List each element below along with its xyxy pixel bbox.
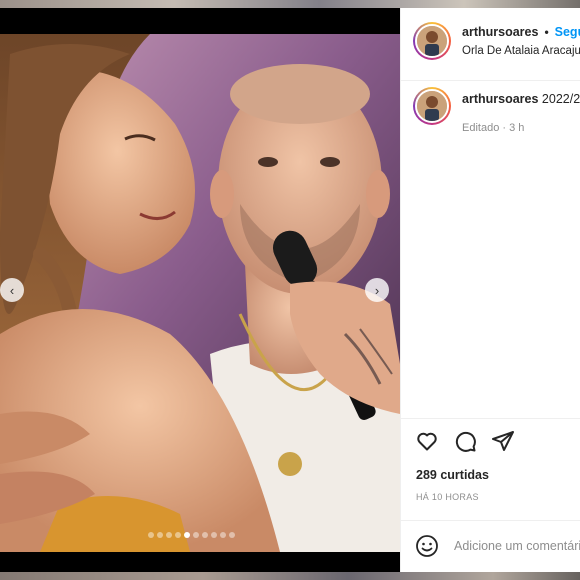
carousel-dot [229,532,235,538]
carousel-dot [220,532,226,538]
caption-avatar[interactable] [413,87,451,125]
screen: ‹ › arthursoares • Segu [0,0,580,580]
avatar[interactable] [413,22,451,60]
carousel-dot [211,532,217,538]
likes-count[interactable]: 289 curtidas [416,468,489,482]
caption: arthursoares 2022/2 [462,92,580,106]
divider [401,80,580,81]
heart-icon[interactable] [415,429,439,453]
divider [401,520,580,521]
carousel-indicator [148,532,235,538]
divider [401,418,580,419]
post-side-panel: arthursoares • Seguir Orla De Atalaia Ar… [400,8,580,572]
carousel-dot [166,532,172,538]
carousel-next-button[interactable]: › [365,278,389,302]
comment-icon[interactable] [453,429,477,453]
separator-dot: • [544,25,549,39]
post-header-user: arthursoares • Seguir [462,25,580,39]
backdrop-top [0,0,580,8]
follow-button[interactable]: Seguir [555,25,580,39]
chevron-left-icon: ‹ [9,282,15,298]
carousel-prev-button[interactable]: ‹ [0,278,24,302]
carousel-dot [202,532,208,538]
username-link[interactable]: arthursoares [462,25,538,39]
chevron-right-icon: › [374,282,380,298]
backdrop-bottom [0,572,580,580]
caption-meta: Editado · 3 h [462,122,525,134]
carousel-dot [148,532,154,538]
location-link[interactable]: Orla De Atalaia Aracaju-SE [462,45,580,57]
post-modal: ‹ › arthursoares • Segu [0,8,580,572]
emoji-icon[interactable] [415,534,439,558]
post-media: ‹ › [0,8,400,572]
post-photo [0,34,400,552]
caption-username[interactable]: arthursoares [462,92,538,106]
comment-input[interactable] [454,537,580,555]
carousel-dot [193,532,199,538]
carousel-dot [184,532,190,538]
carousel-dot [175,532,181,538]
share-icon[interactable] [491,429,515,453]
timestamp: HÁ 10 HORAS [416,492,479,502]
caption-text: 2022/2 [541,92,580,106]
carousel-dot [157,532,163,538]
